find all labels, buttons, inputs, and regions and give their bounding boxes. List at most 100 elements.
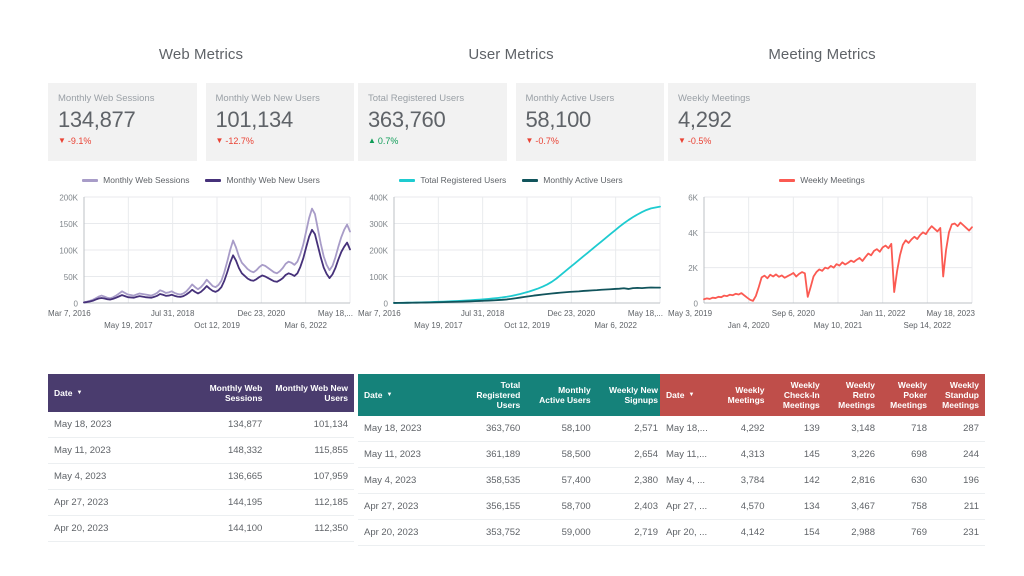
cell-value: 115,855: [268, 437, 354, 464]
legend-item[interactable]: Monthly Web New Users: [205, 175, 320, 185]
cell-value: 112,350: [268, 515, 354, 542]
table-user-metrics[interactable]: Date ▼ Total Registered Users Monthly Act…: [358, 374, 664, 546]
chart-web-metrics[interactable]: 0 50K 100K 150K 200K Mar 7, 2016 May 19, 2017 J…: [48, 191, 354, 341]
scorecard-monthly-web-new-users[interactable]: Monthly Web New Users 101,134 ▼ -12.7%: [205, 83, 354, 161]
table-row[interactable]: May 11, 2023 148,332 115,855: [48, 437, 354, 464]
dashboard-root: Web Metrics Monthly Web Sessions 134,877…: [0, 0, 1024, 576]
legend-label: Monthly Active Users: [543, 175, 623, 185]
cell-value: 698: [881, 441, 933, 468]
cell-date: May 11,...: [660, 441, 719, 468]
arrow-down-icon: ▼: [215, 136, 224, 145]
scorecard-value: 58,100: [525, 107, 592, 132]
y-axis-tick-label: 200K: [369, 247, 388, 256]
cell-date: Apr 20, 2023: [358, 519, 453, 546]
table-row[interactable]: Apr 20, 2023 353,752 59,000 2,719: [358, 519, 664, 546]
legend-item[interactable]: Total Registered Users: [399, 175, 506, 185]
panel-meeting-metrics: Meeting Metrics Weekly Meetings 4,292 ▼ …: [668, 46, 976, 341]
table-row[interactable]: Apr 27, ... 4,570 134 3,467 758 211: [660, 493, 985, 520]
scorecard-monthly-active-users[interactable]: Monthly Active Users 58,100 ▼ -0.7%: [515, 83, 664, 161]
table-row[interactable]: Apr 27, 2023 356,155 58,700 2,403: [358, 493, 664, 520]
table-header-row: Date ▼ Total Registered Users Monthly Act…: [358, 374, 664, 416]
legend-item[interactable]: Monthly Web Sessions: [82, 175, 189, 185]
scorecard-delta: -12.7%: [225, 136, 254, 146]
cell-value: 196: [933, 467, 985, 494]
column-header-weekly-checkin-meetings[interactable]: Weekly Check-In Meetings: [770, 374, 826, 416]
column-header-monthly-web-new-users[interactable]: Monthly Web New Users: [268, 374, 354, 412]
table-row[interactable]: May 18, 2023 134,877 101,134: [48, 412, 354, 438]
table-row[interactable]: May 4, 2023 358,535 57,400 2,380: [358, 467, 664, 494]
column-label: Date: [54, 387, 73, 398]
cell-value: 142: [770, 467, 826, 494]
table-row[interactable]: May 4, 2023 136,665 107,959: [48, 463, 354, 490]
table-row[interactable]: May 11, 2023 361,189 58,500 2,654: [358, 441, 664, 468]
legend-label: Monthly Web Sessions: [103, 175, 190, 185]
column-header-date[interactable]: Date ▼: [660, 374, 719, 416]
column-header-date[interactable]: Date ▼: [358, 374, 453, 416]
chart-user-metrics[interactable]: 0 100K 200K 300K 400K Mar 7, 2016 May 19, 2017…: [358, 191, 664, 341]
cell-value: 136,665: [185, 463, 269, 490]
x-axis-tick-label: Mar 6, 2022: [284, 321, 327, 330]
column-header-date[interactable]: Date ▼: [48, 374, 186, 412]
cell-value: 3,148: [825, 416, 881, 442]
x-axis-tick-label: Jul 31, 2018: [461, 309, 505, 318]
scorecard-delta: 0.7%: [377, 136, 399, 146]
chart-meeting-metrics[interactable]: 0 2K 4K 6K May 3, 2019 Jan 4, 2020 Sep 6, 2020…: [668, 191, 976, 341]
cell-value: 2,719: [596, 519, 664, 546]
cell-value: 769: [881, 519, 933, 546]
cell-value: 58,500: [526, 441, 597, 468]
legend-item[interactable]: Monthly Active Users: [522, 175, 623, 185]
cell-value: 231: [933, 519, 985, 546]
status-badge: ▲ 0.7%: [368, 135, 497, 147]
table-meeting-metrics[interactable]: Date ▼ Weekly Meetings Weekly Check-In Me…: [660, 374, 985, 546]
column-header-monthly-web-sessions[interactable]: Monthly Web Sessions: [185, 374, 269, 412]
table-row[interactable]: Apr 20, 2023 144,100 112,350: [48, 515, 354, 542]
table-row[interactable]: May 18,... 4,292 139 3,148 718 287: [660, 416, 985, 442]
legend-item[interactable]: Weekly Meetings: [779, 175, 865, 185]
column-header-weekly-new-signups[interactable]: Weekly New Signups: [596, 374, 664, 416]
column-header-weekly-retro-meetings[interactable]: Weekly Retro Meetings: [825, 374, 881, 416]
cell-date: May 4, ...: [660, 467, 719, 494]
y-axis-tick-label: 50K: [64, 273, 79, 282]
data-table: Date ▼ Monthly Web Sessions Monthly Web N…: [48, 374, 354, 542]
column-header-weekly-poker-meetings[interactable]: Weekly Poker Meetings: [881, 374, 933, 416]
scorecard-label: Total Registered Users: [368, 93, 465, 104]
column-label: Date: [666, 389, 685, 400]
x-axis-tick-label: Dec 23, 2020: [238, 309, 286, 318]
cell-value: 356,155: [452, 493, 527, 520]
cell-value: 144,195: [185, 489, 269, 516]
column-header-total-registered-users[interactable]: Total Registered Users: [452, 374, 527, 416]
cell-value: 59,000: [526, 519, 597, 546]
table-body: May 18,... 4,292 139 3,148 718 287 May 11,... 4…: [660, 416, 985, 546]
cell-value: 2,380: [596, 467, 664, 494]
legend-label: Total Registered Users: [420, 175, 507, 185]
column-header-monthly-active-users[interactable]: Monthly Active Users: [526, 374, 597, 416]
table-row[interactable]: May 11,... 4,313 145 3,226 698 244: [660, 441, 985, 468]
chart-legend-user: Total Registered Users Monthly Active Us…: [358, 175, 664, 185]
column-header-weekly-meetings[interactable]: Weekly Meetings: [718, 374, 771, 416]
scorecard-label: Monthly Active Users: [525, 93, 615, 104]
cell-date: Apr 27, 2023: [48, 489, 186, 516]
x-axis-tick-label: Jan 4, 2020: [728, 321, 770, 330]
cell-date: May 11, 2023: [358, 441, 453, 468]
table-header-row: Date ▼ Monthly Web Sessions Monthly Web N…: [48, 374, 354, 412]
cell-value: 2,988: [825, 519, 881, 546]
cell-date: Apr 20, ...: [660, 519, 719, 546]
table-row[interactable]: Apr 20, ... 4,142 154 2,988 769 231: [660, 519, 985, 546]
table-row[interactable]: Apr 27, 2023 144,195 112,185: [48, 489, 354, 516]
scorecard-delta: -9.1%: [67, 136, 92, 146]
scorecard-total-registered-users[interactable]: Total Registered Users 363,760 ▲ 0.7%: [358, 83, 507, 161]
table-web-metrics[interactable]: Date ▼ Monthly Web Sessions Monthly Web N…: [48, 374, 354, 542]
cell-value: 2,571: [596, 416, 664, 442]
legend-swatch-icon: [522, 178, 539, 182]
scorecard-weekly-meetings[interactable]: Weekly Meetings 4,292 ▼ -0.5%: [668, 83, 976, 161]
table-row[interactable]: May 4, ... 3,784 142 2,816 630 196: [660, 467, 985, 494]
column-header-weekly-standup-meetings[interactable]: Weekly Standup Meetings: [933, 374, 985, 416]
table-row[interactable]: May 18, 2023 363,760 58,100 2,571: [358, 416, 664, 442]
y-axis-tick-label: 200K: [59, 194, 78, 203]
cell-value: 2,816: [825, 467, 881, 494]
chart-legend-web: Monthly Web Sessions Monthly Web New Use…: [48, 175, 354, 185]
scorecard-monthly-web-sessions[interactable]: Monthly Web Sessions 134,877 ▼ -9.1%: [48, 83, 197, 161]
data-table: Date ▼ Weekly Meetings Weekly Check-In Me…: [660, 374, 985, 546]
legend-swatch-icon: [399, 178, 416, 182]
line-chart-svg: 0 2K 4K 6K May 3, 2019 Jan 4, 2020Sep 6, 2020…: [668, 194, 976, 331]
